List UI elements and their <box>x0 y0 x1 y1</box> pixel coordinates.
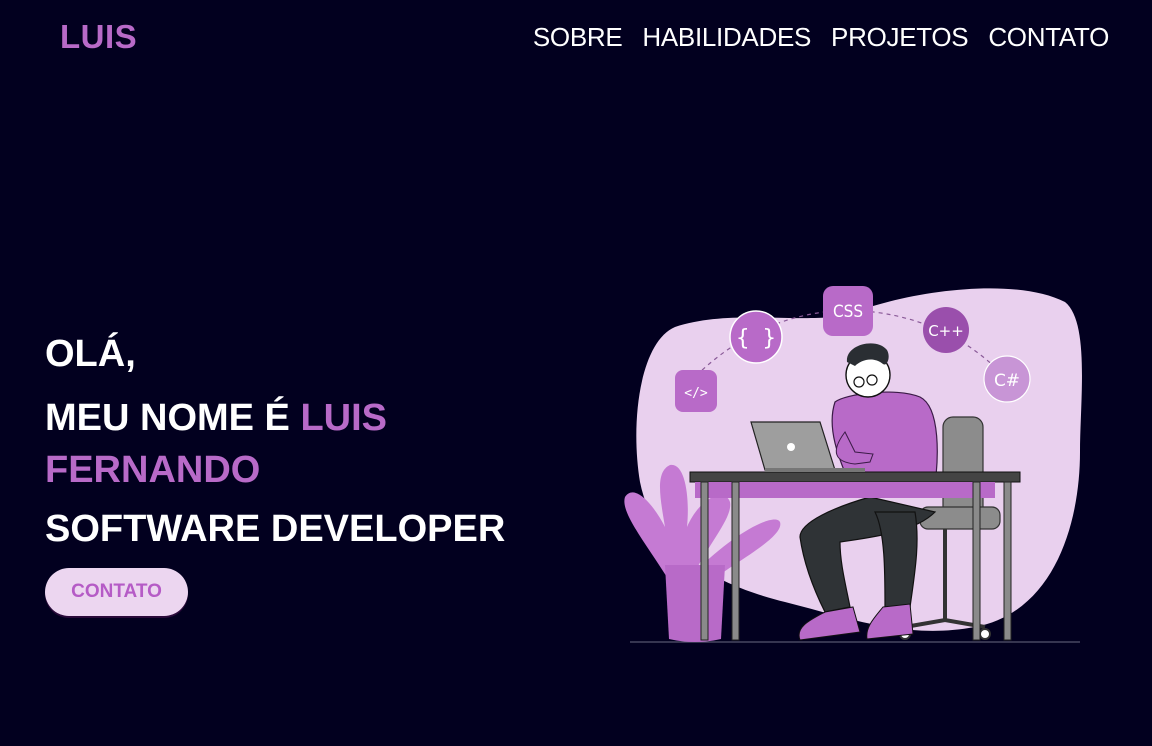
developer-illustration: </> { } CSS C++ C# <box>624 286 1082 643</box>
shoe-left-icon <box>798 606 861 641</box>
plant-pot-icon <box>665 565 725 642</box>
logo[interactable]: LUIS <box>60 18 137 56</box>
cpp-badge-icon: C++ <box>923 307 969 353</box>
name-last: FERNANDO <box>45 449 261 492</box>
name-heading: MEU NOME É LUIS FERNANDO <box>45 392 565 497</box>
name-first: LUIS <box>300 396 388 439</box>
nav-link-habilidades[interactable]: HABILIDADES <box>642 22 811 53</box>
role-heading: SOFTWARE DEVELOPER <box>45 507 506 550</box>
hero-text: OLÁ, MEU NOME É LUIS FERNANDO SOFTWARE D… <box>45 333 565 554</box>
greeting-heading: OLÁ, <box>45 333 136 375</box>
nav-link-projetos[interactable]: PROJETOS <box>831 22 969 53</box>
html-tag-badge-icon: </> <box>675 370 717 412</box>
contato-button[interactable]: CONTATO <box>45 568 188 616</box>
desk-top <box>689 471 1021 483</box>
csharp-badge-icon: C# <box>983 355 1031 403</box>
braces-badge-icon: { } <box>729 310 783 364</box>
badge-label-csharp: C# <box>994 371 1020 391</box>
name-prefix: MEU NOME É <box>45 396 301 439</box>
nav-link-sobre[interactable]: SOBRE <box>533 22 623 53</box>
badge-label-css: CSS <box>833 302 863 322</box>
badge-label-html: </> <box>684 386 708 401</box>
badge-label-cpp: C++ <box>928 322 964 340</box>
main-nav: SOBRE HABILIDADES PROJETOS CONTATO <box>533 22 1109 53</box>
badge-label-braces: { } <box>736 326 776 351</box>
nav-link-contato[interactable]: CONTATO <box>988 22 1109 53</box>
css-badge-icon: CSS <box>823 286 873 336</box>
